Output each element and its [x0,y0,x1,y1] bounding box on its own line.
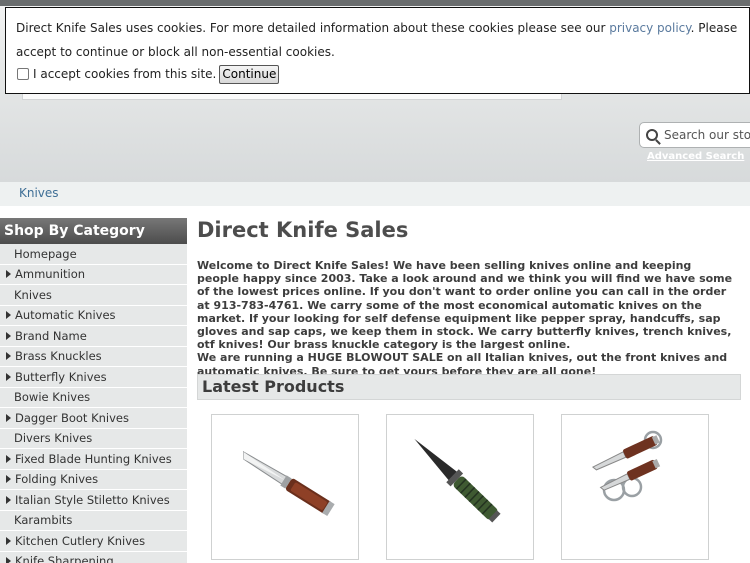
sidebar-heading: Shop By Category [0,218,187,244]
sidebar-item-label: Folding Knives [15,472,99,487]
triangle-right-icon [6,352,11,361]
stiletto-knife-image [242,451,335,517]
sidebar-item[interactable]: Brand Name [0,326,187,347]
search-icon [646,129,658,141]
search-box[interactable]: Search our store [639,122,750,148]
accept-cookies-label: I accept cookies from this site. [33,67,217,81]
product-card[interactable] [386,414,534,560]
triangle-right-icon [6,331,11,340]
sidebar-item[interactable]: Karambits [0,510,187,531]
sidebar-item-label: Brass Knuckles [15,349,102,364]
intro-paragraph-1: Welcome to Direct Knife Sales! We have b… [197,259,733,352]
sidebar-item[interactable]: Knife Sharpening [0,551,187,563]
cookie-text: Direct Knife Sales uses cookies. For mor… [16,21,610,35]
triangle-right-icon [6,454,11,463]
triangle-right-icon [6,270,11,279]
sidebar-item-label: Karambits [14,513,73,528]
triangle-right-icon [6,311,11,320]
triangle-right-icon [6,557,11,563]
sidebar-item-label: Divers Knives [14,431,93,446]
accept-cookies-checkbox[interactable] [17,68,29,80]
triangle-right-icon [6,495,11,504]
cookie-accept-row: I accept cookies from this site. Continu… [16,62,739,86]
triangle-right-icon [6,372,11,381]
category-sidebar: Shop By Category Homepage Ammunition Knive… [0,218,187,563]
dagger-knife-image [414,438,501,523]
product-card[interactable] [211,414,359,560]
sidebar-item-label: Knife Sharpening [15,554,114,563]
sidebar-item[interactable]: Ammunition [0,264,187,285]
sidebar-item[interactable]: Fixed Blade Hunting Knives [0,449,187,470]
sidebar-item-label: Knives [14,287,52,302]
triangle-right-icon [6,413,11,422]
continue-button[interactable]: Continue [219,64,280,84]
sidebar-item[interactable]: Folding Knives [0,469,187,490]
page-title: Direct Knife Sales [197,218,409,242]
sidebar-item-label: Brand Name [15,328,87,343]
sidebar-item-label: Dagger Boot Knives [15,410,129,425]
sidebar-item[interactable]: Knives [0,285,187,306]
sidebar-item-label: Bowie Knives [14,390,91,405]
sidebar-item-label: Fixed Blade Hunting Knives [15,451,172,466]
sidebar-item-label: Italian Style Stiletto Knives [15,492,170,507]
product-card[interactable] [561,414,709,560]
sidebar-item-label: Butterfly Knives [15,369,107,384]
sidebar-item-label: Homepage [14,246,77,261]
privacy-policy-link[interactable]: privacy policy [609,21,690,35]
sidebar-item-label: Ammunition [15,267,86,282]
sidebar-item[interactable]: Italian Style Stiletto Knives [0,490,187,511]
breadcrumb-bar [0,182,750,206]
header-top-bar [0,0,750,6]
sidebar-item[interactable]: Brass Knuckles [0,346,187,367]
sidebar-item[interactable]: Automatic Knives [0,305,187,326]
sidebar-item[interactable]: Divers Knives [0,428,187,449]
triangle-right-icon [6,536,11,545]
sidebar-item-label: Automatic Knives [15,308,116,323]
sidebar-item[interactable]: Homepage [0,244,187,265]
cookie-banner: Direct Knife Sales uses cookies. For mor… [5,7,750,94]
advanced-search-link[interactable]: Advanced Search [647,151,744,162]
keychain-knife-image [591,430,663,502]
intro-text: Welcome to Direct Knife Sales! We have b… [197,259,737,378]
breadcrumb[interactable]: Knives [19,186,59,200]
sidebar-item[interactable]: Dagger Boot Knives [0,408,187,429]
triangle-right-icon [6,475,11,484]
search-input[interactable]: Search our store [664,128,750,142]
latest-products-heading: Latest Products [197,374,741,400]
sidebar-item[interactable]: Kitchen Cutlery Knives [0,531,187,552]
sidebar-item[interactable]: Bowie Knives [0,387,187,408]
sidebar-item-label: Kitchen Cutlery Knives [15,533,146,548]
sidebar-item[interactable]: Butterfly Knives [0,367,187,388]
